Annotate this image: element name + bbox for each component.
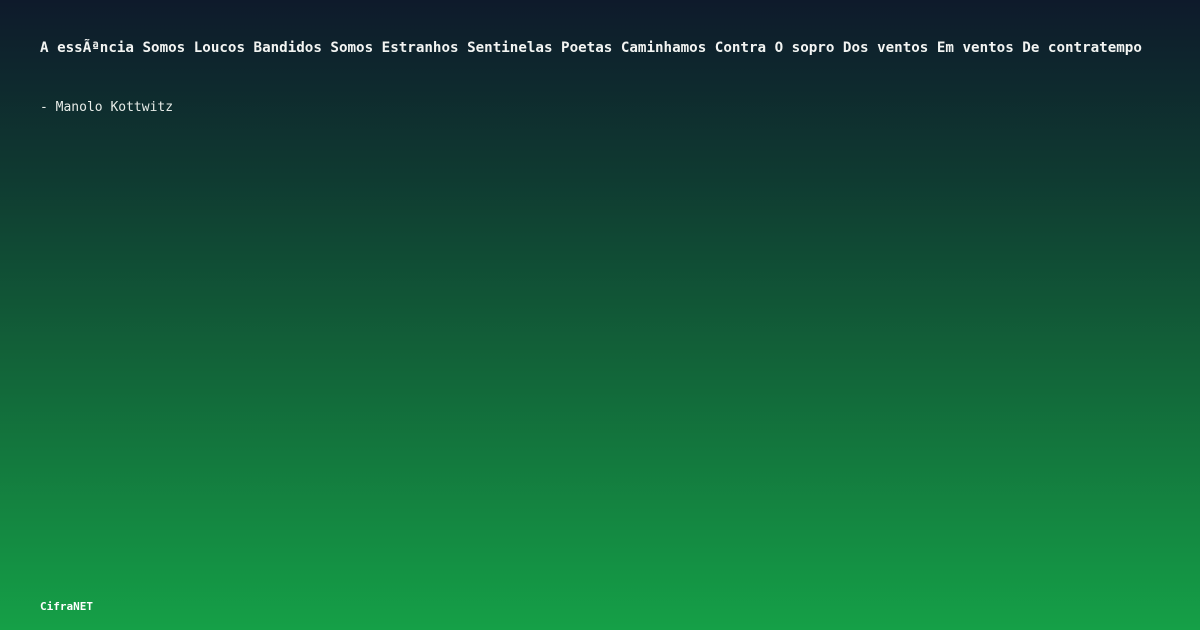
quote-author: - Manolo Kottwitz	[40, 100, 174, 115]
quote-text: A essÃªncia Somos Loucos Bandidos Somos …	[40, 40, 1142, 56]
brand-logo-text: CifraNET	[40, 600, 93, 613]
